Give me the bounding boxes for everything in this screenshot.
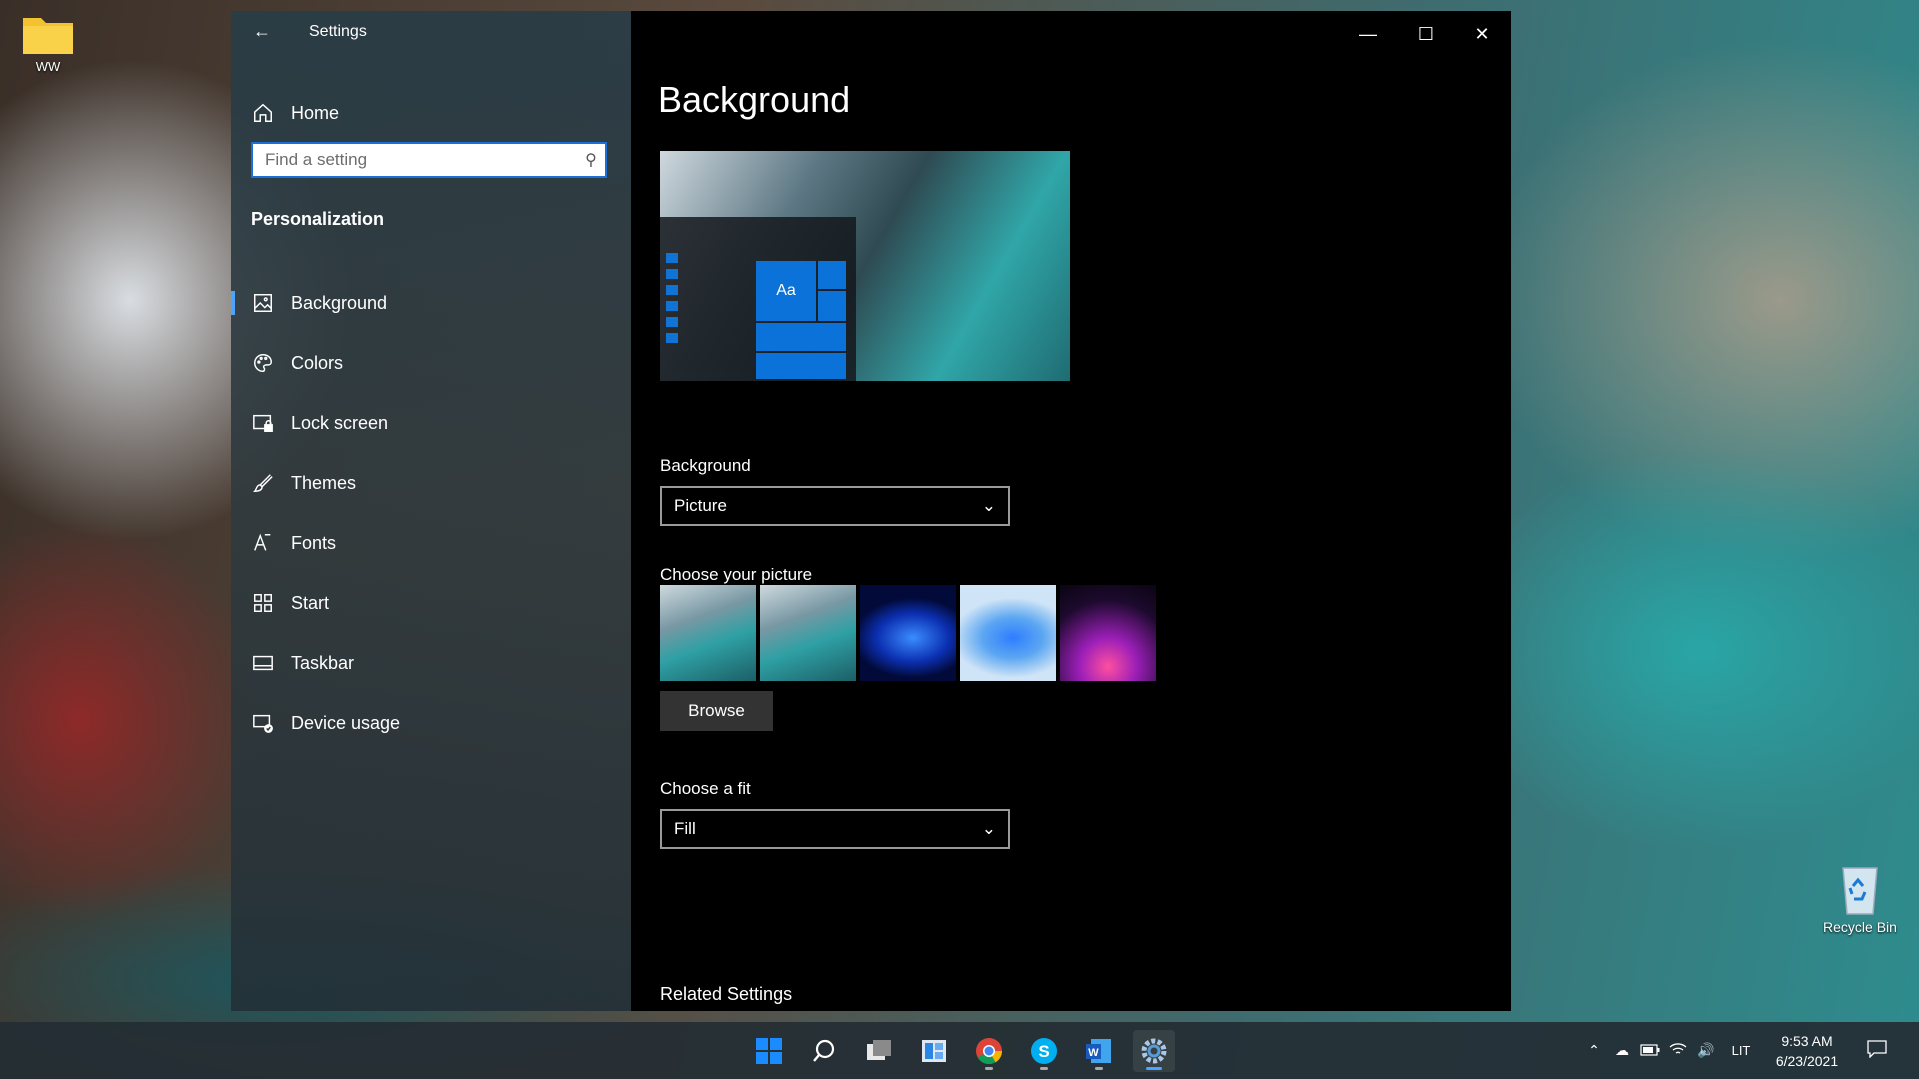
device-usage-icon (251, 711, 275, 735)
nav-item-label: Colors (291, 352, 344, 373)
volume-icon[interactable]: 🔊 (1692, 1042, 1720, 1059)
browse-button[interactable]: Browse (660, 691, 773, 731)
search-input[interactable] (253, 144, 577, 176)
picture-thumbnail[interactable] (960, 585, 1056, 681)
fit-dropdown[interactable]: Fill ⌄ (660, 809, 1010, 849)
nav-item-label: Themes (291, 472, 357, 493)
back-arrow-icon[interactable]: ← (253, 21, 271, 42)
minimize-button[interactable]: — (1343, 19, 1393, 49)
nav-item-lock-screen[interactable]: Lock screen (231, 399, 631, 447)
running-indicator (1040, 1067, 1048, 1070)
nav-item-fonts[interactable]: Fonts (231, 519, 631, 567)
svg-text:W: W (1088, 1047, 1099, 1059)
running-indicator (1146, 1067, 1162, 1070)
desktop-folder[interactable]: WW (18, 12, 78, 74)
recycle-bin-label: Recycle Bin (1823, 919, 1897, 935)
picture-thumbnail[interactable] (860, 585, 956, 681)
background-preview: Aa (660, 151, 1070, 381)
nav-item-label: Fonts (291, 532, 337, 553)
clock-date: 6/23/2021 (1775, 1052, 1839, 1069)
nav-home-label: Home (291, 102, 340, 123)
font-icon (251, 531, 275, 555)
nav-home[interactable]: Home (231, 89, 631, 137)
notification-icon[interactable] (1852, 1040, 1902, 1061)
widgets-icon[interactable] (913, 1030, 955, 1072)
related-settings-heading: Related Settings (660, 984, 793, 1004)
choose-picture-label: Choose your picture (660, 565, 813, 584)
active-indicator (231, 291, 235, 315)
preview-tile-large: Aa (756, 261, 816, 321)
nav-item-start[interactable]: Start (231, 579, 631, 627)
preview-start-menu: Aa (660, 217, 856, 381)
taskbar: S W ⌃ ☁ 🔊 LIT 9:53 AM 6/23/2021 (0, 1022, 1919, 1079)
wifi-icon[interactable] (1664, 1042, 1692, 1059)
clock-time: 9:53 AM (1781, 1032, 1833, 1049)
word-icon[interactable]: W (1078, 1030, 1120, 1072)
nav-item-label: Start (291, 592, 330, 613)
language-indicator[interactable]: LIT (1720, 1043, 1762, 1058)
chrome-icon[interactable] (968, 1030, 1010, 1072)
picture-thumbnail[interactable] (1060, 585, 1156, 681)
nav-item-themes[interactable]: Themes (231, 459, 631, 507)
search-box[interactable]: ⚲ (251, 142, 607, 178)
chevron-down-icon: ⌄ (981, 496, 996, 515)
home-icon (251, 101, 275, 125)
windows-start-icon[interactable] (748, 1030, 790, 1072)
nav-item-taskbar[interactable]: Taskbar (231, 639, 631, 687)
search-icon[interactable] (803, 1030, 845, 1072)
desktop-recycle-bin[interactable]: Recycle Bin (1810, 860, 1910, 935)
palette-icon (251, 351, 275, 375)
running-indicator (1095, 1067, 1103, 1070)
section-heading: Personalization (251, 209, 385, 229)
nav-item-background[interactable]: Background (231, 279, 631, 327)
skype-icon[interactable]: S (1023, 1030, 1065, 1072)
chevron-up-icon[interactable]: ⌃ (1580, 1042, 1608, 1059)
nav-item-label: Background (291, 292, 388, 313)
picture-thumbnail[interactable] (660, 585, 756, 681)
settings-window: ← Settings Home ⚲ Personalization Backgr… (231, 11, 1511, 1011)
settings-content: — ☐ ✕ Background Aa Background Picture ⌄… (631, 11, 1511, 1011)
task-view-icon[interactable] (858, 1030, 900, 1072)
start-icon (251, 591, 275, 615)
brush-icon (251, 471, 275, 495)
background-label: Background (660, 456, 751, 475)
system-tray: ⌃ ☁ 🔊 LIT 9:53 AM 6/23/2021 (1580, 1022, 1902, 1079)
fit-dropdown-value: Fill (674, 819, 696, 838)
settings-icon[interactable] (1133, 1030, 1175, 1072)
onedrive-icon[interactable]: ☁ (1608, 1042, 1636, 1059)
fit-label: Choose a fit (660, 779, 751, 798)
nav-item-colors[interactable]: Colors (231, 339, 631, 387)
search-icon[interactable]: ⚲ (577, 150, 605, 170)
maximize-button[interactable]: ☐ (1401, 19, 1451, 49)
taskbar-icon (251, 651, 275, 675)
folder-label: WW (35, 59, 61, 74)
page-title: Background (658, 79, 851, 120)
nav-item-label: Device usage (291, 712, 401, 733)
picture-thumbnail[interactable] (760, 585, 856, 681)
clock[interactable]: 9:53 AM 6/23/2021 (1762, 1031, 1852, 1071)
settings-sidebar: ← Settings Home ⚲ Personalization Backgr… (231, 11, 631, 1011)
chevron-down-icon: ⌄ (981, 819, 996, 838)
nav-item-label: Lock screen (291, 412, 389, 433)
running-indicator (985, 1067, 993, 1070)
background-dropdown-value: Picture (674, 496, 727, 515)
recycle-bin-icon (1842, 867, 1878, 915)
lock-screen-icon (251, 411, 275, 435)
window-title: Settings (309, 23, 367, 40)
folder-icon (23, 18, 73, 54)
close-button[interactable]: ✕ (1457, 19, 1507, 49)
battery-icon[interactable] (1636, 1043, 1664, 1059)
preview-list (666, 253, 706, 343)
svg-text:S: S (1038, 1042, 1049, 1061)
nav-item-device-usage[interactable]: Device usage (231, 699, 631, 747)
nav-item-label: Taskbar (291, 652, 355, 673)
background-dropdown[interactable]: Picture ⌄ (660, 486, 1010, 526)
picture-icon (251, 291, 275, 315)
